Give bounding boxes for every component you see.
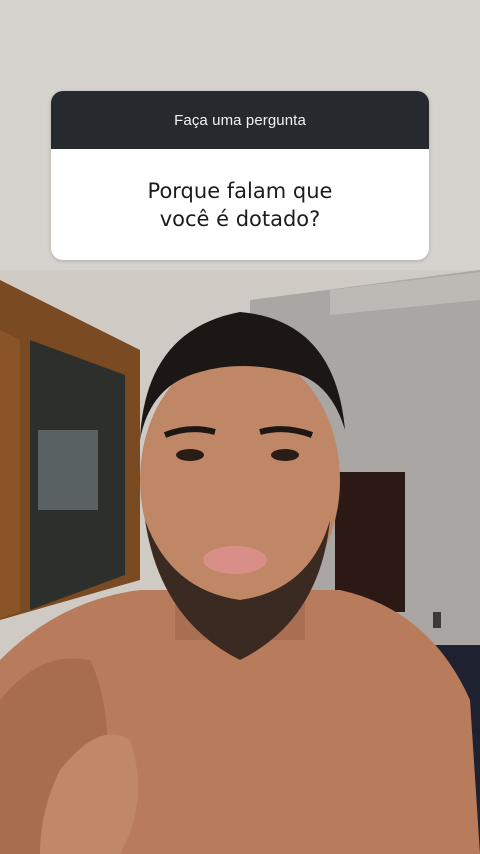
person-mouth [203, 546, 267, 574]
right-eye [271, 449, 299, 461]
outlet [433, 612, 441, 628]
story-screen: Faça uma pergunta Porque falam que você … [0, 0, 480, 854]
question-text: Porque falam que você é dotado? [147, 178, 333, 231]
question-sticker-header: Faça uma pergunta [51, 91, 429, 149]
question-sticker-title: Faça uma pergunta [174, 111, 306, 129]
cabinet-reflection [38, 430, 98, 510]
question-sticker: Faça uma pergunta Porque falam que você … [51, 91, 429, 260]
door [335, 472, 405, 612]
cabinet-frame [0, 330, 20, 618]
question-sticker-body: Porque falam que você é dotado? [51, 149, 429, 260]
left-eye [176, 449, 204, 461]
